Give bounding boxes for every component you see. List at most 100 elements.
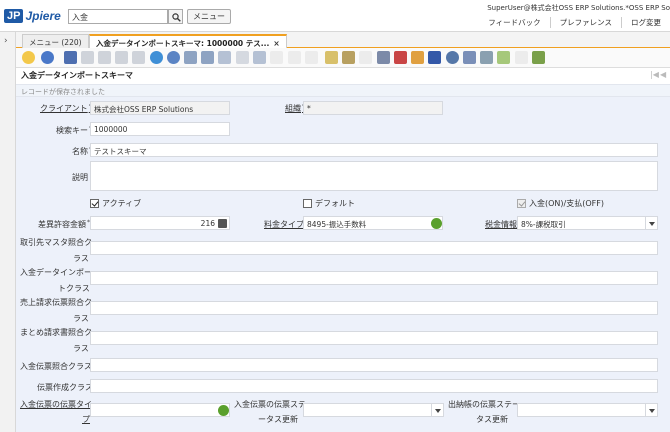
down-arrow-icon[interactable] (305, 51, 318, 64)
help-icon[interactable] (41, 51, 54, 64)
consolidated-class-field[interactable] (90, 331, 658, 345)
sign-off-link[interactable]: ログ変更 (621, 17, 670, 28)
process-icon[interactable] (515, 51, 528, 64)
import-class-field[interactable] (90, 271, 658, 285)
product-info-icon[interactable] (428, 51, 441, 64)
name-label: 名称 (72, 146, 92, 157)
search-button[interactable] (168, 9, 183, 24)
left-collapse-bar[interactable]: › (0, 32, 16, 432)
receipt-doctype-field[interactable] (90, 403, 230, 417)
import-class-label: 入金データインポー (20, 268, 92, 277)
active-checkbox[interactable] (90, 199, 99, 208)
print-icon[interactable] (359, 51, 372, 64)
save-icon[interactable] (115, 51, 128, 64)
org-label[interactable]: 組織 (285, 103, 305, 114)
default-checkbox[interactable] (303, 199, 312, 208)
close-icon[interactable]: × (273, 39, 279, 48)
request-icon[interactable] (411, 51, 424, 64)
export-icon[interactable] (463, 51, 476, 64)
preferences-link[interactable]: プレファレンス (549, 17, 621, 28)
customize-gear-icon[interactable] (446, 51, 459, 64)
org-field[interactable]: * (303, 101, 443, 115)
doc-create-class-label: 伝票作成クラス (37, 383, 93, 392)
tab-menu[interactable]: メニュー (220) (22, 34, 89, 48)
search-key-field[interactable]: 1000000 (90, 122, 230, 136)
receipt-docstatus-label-2: ータス更新 (258, 415, 298, 424)
invoice-class-label: 売上請求伝票照合ク (20, 298, 92, 307)
charge-type-label[interactable]: 料金タイプ (264, 219, 308, 230)
tolerance-field[interactable]: 216 (90, 216, 230, 230)
tax-field[interactable]: 8%-課税取引 (517, 216, 646, 230)
name-field[interactable]: テストスキーマ (90, 143, 658, 157)
window-toolbar (16, 48, 670, 68)
delete-record-icon[interactable] (98, 51, 111, 64)
window-title: 入金データインポートスキーマ (21, 71, 133, 80)
header-links: フィードバック プレファレンス ログ変更 (479, 17, 670, 28)
file-import-icon[interactable] (497, 51, 510, 64)
history-icon[interactable] (253, 51, 266, 64)
consolidated-class-label: まとめ請求書照合ク (20, 328, 92, 337)
charge-lookup-icon[interactable] (431, 218, 442, 229)
menu-search-input[interactable]: 入金 (68, 9, 168, 24)
receipt-doctype-label[interactable]: 入金伝票の伝票タイ (20, 399, 92, 410)
tax-label[interactable]: 税金情報 (485, 219, 517, 230)
parent-record-icon[interactable] (270, 51, 283, 64)
receipt-doc-class-field[interactable] (90, 358, 658, 372)
bp-master-label-2: ラス (73, 254, 89, 263)
client-field[interactable]: 株式会社OSS ERP Solutions (90, 101, 230, 115)
default-label[interactable]: デフォルト (315, 198, 355, 209)
receipt-doc-class-label: 入金伝票照合クラス (20, 362, 92, 371)
description-field[interactable] (90, 161, 658, 191)
menu-button[interactable]: メニュー (187, 9, 231, 24)
report-icon[interactable] (325, 51, 338, 64)
quick-form-icon[interactable] (532, 51, 545, 64)
receipt-docstatus-label: 入金伝票の伝票ステ (234, 400, 306, 409)
import-icon[interactable] (480, 51, 493, 64)
app-header: JP Jpiere 入金 メニュー SuperUser@株式会社OSS ERP … (0, 0, 670, 32)
receipt-docstatus-field[interactable] (303, 403, 432, 417)
save-new-icon[interactable] (132, 51, 145, 64)
favorite-star-icon[interactable] (22, 51, 35, 64)
bp-master-label: 取引先マスタ照合ク (20, 238, 92, 247)
up-arrow-icon[interactable] (288, 51, 301, 64)
chat-icon[interactable] (201, 51, 214, 64)
description-label: 説明 (72, 173, 88, 182)
new-record-icon[interactable] (64, 51, 77, 64)
receipt-docstatus-dropdown-icon[interactable] (432, 403, 444, 417)
first-record-icon[interactable]: |◀ (650, 70, 659, 79)
multi-edit-icon[interactable] (236, 51, 249, 64)
receipt-doctype-label-2[interactable]: プ (82, 414, 90, 425)
charge-type-field[interactable]: 8495-振込手数料 (303, 216, 443, 230)
status-message: レコードが保存されました (21, 88, 105, 96)
client-label[interactable]: クライアント (40, 103, 92, 114)
record-form: クライアント 株式会社OSS ERP Solutions 組織 * 検索キー 1… (16, 97, 670, 432)
jpiere-logo[interactable]: JP Jpiere (4, 7, 61, 25)
previous-record-icon[interactable]: ◀ (660, 70, 666, 79)
refresh-icon[interactable] (150, 51, 163, 64)
tab-import-schema[interactable]: 入金データインポートスキーマ: 1000000 テス... × (89, 34, 287, 48)
doc-create-class-field[interactable] (90, 379, 658, 393)
tax-dropdown-icon[interactable] (646, 216, 658, 230)
attachment-icon[interactable] (184, 51, 197, 64)
import-class-label-2: トクラス (58, 284, 90, 293)
chevron-right-icon[interactable]: › (4, 36, 8, 46)
copy-record-icon[interactable] (81, 51, 94, 64)
receipt-checkbox[interactable] (517, 199, 526, 208)
doctype-lookup-icon[interactable] (218, 405, 229, 416)
bp-master-class-field[interactable] (90, 241, 658, 255)
cashbook-docstatus-label: 出納帳の伝票ステー (448, 400, 520, 409)
find-icon[interactable] (167, 51, 180, 64)
feedback-link[interactable]: フィードバック (479, 17, 549, 28)
invoice-class-label-2: ラス (73, 314, 89, 323)
zoom-across-icon[interactable] (377, 51, 390, 64)
active-workflows-icon[interactable] (394, 51, 407, 64)
cashbook-docstatus-dropdown-icon[interactable] (646, 403, 658, 417)
active-label[interactable]: アクティブ (102, 198, 141, 209)
logo-jp: JP (4, 9, 24, 23)
calculator-icon[interactable] (218, 219, 227, 228)
archive-icon[interactable] (342, 51, 355, 64)
cashbook-docstatus-field[interactable] (517, 403, 646, 417)
grid-toggle-icon[interactable] (218, 51, 231, 64)
invoice-class-field[interactable] (90, 301, 658, 315)
user-info[interactable]: SuperUser@株式会社OSS ERP Solutions.*OSS ERP… (487, 3, 670, 13)
